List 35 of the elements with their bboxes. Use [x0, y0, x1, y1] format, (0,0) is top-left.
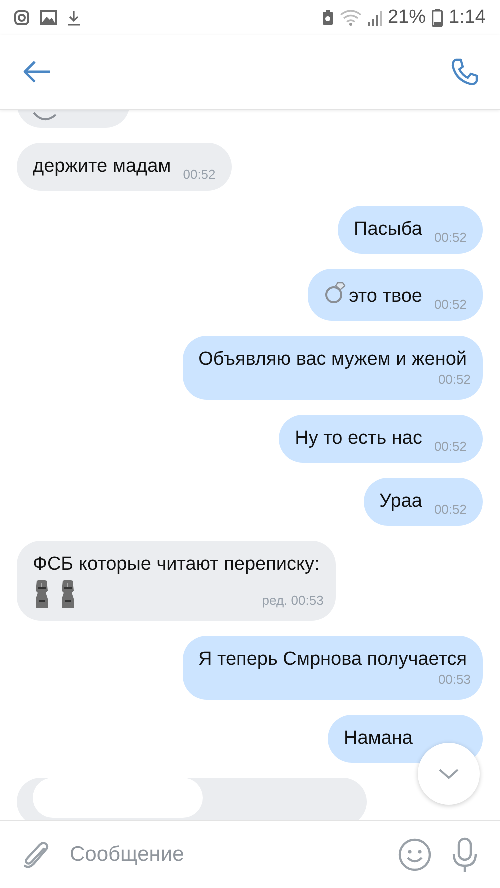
message-text: Объявляю вас мужем и женой	[198, 348, 467, 372]
signal-icon	[368, 10, 382, 26]
microphone-icon[interactable]	[452, 836, 478, 872]
camera-app-icon	[14, 10, 30, 26]
message-time: 00:52	[183, 167, 216, 183]
message-text: ФСБ которые читают переписку:	[33, 553, 320, 577]
message-time: 00:52	[438, 372, 471, 388]
message-time: 00:52	[434, 502, 467, 518]
message-text: Ураа	[380, 490, 422, 514]
message-time: 00:52	[434, 439, 467, 455]
back-arrow-icon[interactable]	[22, 60, 52, 84]
message-text: Пасыба	[354, 218, 422, 242]
message-time: 00:53	[438, 672, 471, 688]
battery-icon	[432, 8, 444, 26]
message-text: Намана	[344, 727, 413, 751]
stone-head-icon	[59, 579, 77, 609]
message-time: ред. 00:53	[262, 593, 324, 609]
phone-icon[interactable]	[450, 57, 480, 87]
battery-percent: 21%	[388, 6, 426, 28]
message-time: 00:52	[434, 297, 467, 313]
message-time: 00:52	[434, 230, 467, 246]
message-text: Ну то есть нас	[295, 427, 422, 451]
chevron-down-icon	[438, 768, 460, 780]
battery-saver-icon	[322, 10, 334, 26]
message-text: это твое	[324, 281, 422, 309]
stone-head-icon	[33, 579, 51, 609]
download-icon	[67, 10, 81, 26]
smiley-icon[interactable]	[398, 838, 432, 872]
wifi-icon	[340, 10, 362, 26]
clock-time: 1:14	[449, 6, 486, 28]
message-input[interactable]: Сообщение	[70, 836, 378, 872]
scroll-down-button[interactable]	[418, 743, 480, 805]
image-icon	[40, 10, 57, 25]
message-text: держите мадам	[33, 155, 172, 179]
message-text: Я теперь Смрнова получается	[198, 648, 467, 672]
